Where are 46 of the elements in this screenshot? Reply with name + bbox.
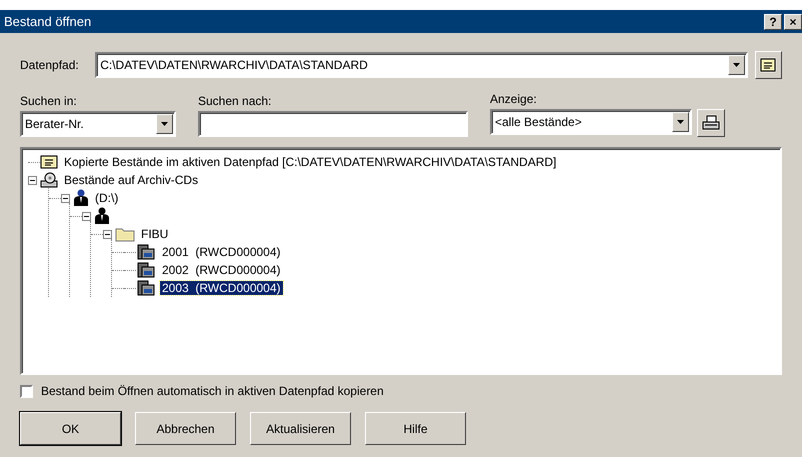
collapse-toggle[interactable]	[28, 176, 37, 184]
field-label: Suchen nach:	[198, 94, 272, 108]
path-combobox[interactable]: C:\DATEV\DATEN\RWARCHIV\DATA\STANDARD	[95, 52, 748, 78]
tree-item[interactable]: FIBU	[139, 227, 170, 241]
archive-icon	[136, 243, 156, 261]
field-label: Anzeige:	[490, 92, 538, 106]
tree-item[interactable]: 2001 (RWCD000004)	[160, 245, 283, 259]
minus-icon	[84, 214, 89, 218]
checkbox[interactable]	[20, 384, 33, 398]
minus-icon	[105, 232, 110, 236]
print-button[interactable]	[697, 109, 725, 137]
window-title: Bestand öffnen	[4, 14, 92, 29]
browse-button[interactable]	[754, 50, 782, 78]
person-icon	[94, 207, 110, 225]
caret-icon	[161, 122, 168, 126]
person-icon	[73, 189, 89, 207]
minus-icon	[30, 178, 35, 182]
archive-icon	[136, 279, 156, 297]
dialog-button[interactable]: OK	[20, 412, 121, 445]
field-label: Suchen in:	[20, 94, 78, 108]
tree-item[interactable]: Kopierte Bestände im aktiven Datenpfad [C:\DATEV\DATEN\RWARCHIV\DATA\STANDARD]	[62, 155, 558, 169]
collapse-toggle[interactable]	[82, 212, 91, 220]
dialog-button[interactable]: Abbrechen	[135, 412, 236, 445]
tree-item[interactable]: (D:\)	[93, 191, 120, 205]
dialog-button[interactable]: Aktualisieren	[250, 412, 351, 445]
tree-item[interactable]: 2002 (RWCD000004)	[160, 263, 283, 277]
archive-icon	[136, 261, 156, 279]
collapse-toggle[interactable]	[103, 230, 112, 238]
field-label: Datenpfad:	[20, 58, 80, 72]
folder-icon	[115, 226, 135, 242]
checkbox-label: Bestand beim Öffnen automatisch in aktiven Datenpfad kopieren	[41, 384, 384, 398]
folder-icon	[40, 155, 58, 169]
search-field[interactable]	[198, 111, 468, 137]
caret-icon	[677, 120, 684, 124]
printer-icon	[702, 115, 720, 131]
dialog-button[interactable]: Hilfe	[365, 412, 466, 445]
close-button[interactable]: ×	[784, 14, 802, 30]
help-button[interactable]: ?	[764, 14, 782, 30]
tree-item[interactable]: Bestände auf Archiv-CDs	[62, 173, 200, 187]
minus-icon	[63, 196, 68, 200]
display-combobox[interactable]: <alle Bestände>	[490, 109, 692, 135]
caret-icon	[732, 62, 740, 66]
tree-item[interactable]: 2003 (RWCD000004)	[160, 281, 283, 295]
collapse-toggle[interactable]	[61, 194, 70, 202]
list-icon	[760, 58, 776, 72]
search-in-combobox[interactable]: Berater-Nr.	[20, 111, 176, 137]
